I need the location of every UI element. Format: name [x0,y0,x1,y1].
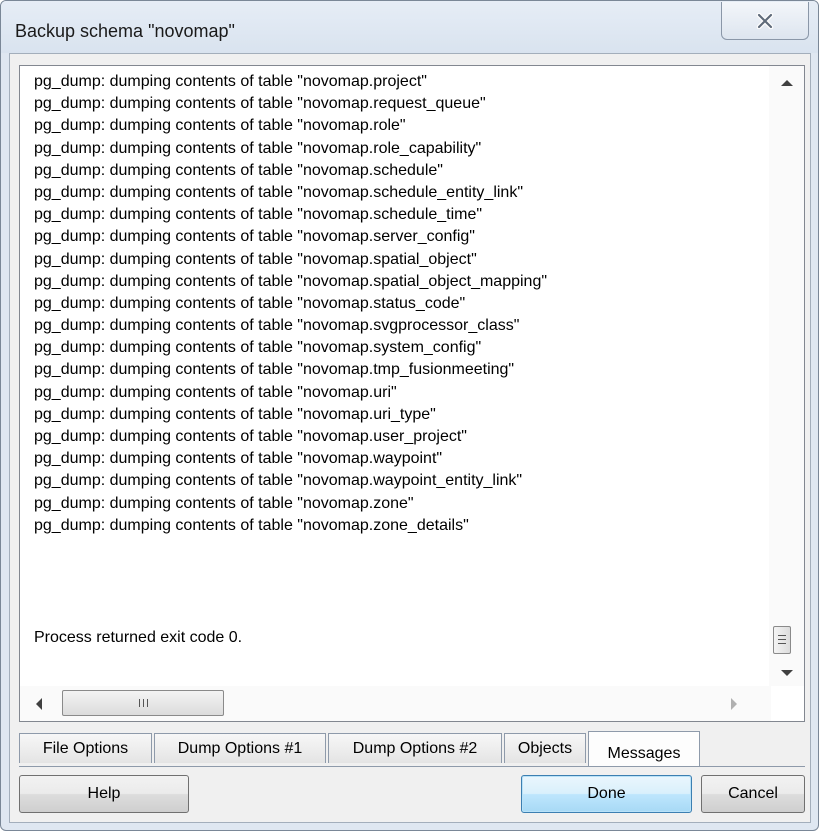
tab-divider [19,766,805,767]
vertical-scroll-thumb[interactable] [773,626,791,654]
tab-bar: File Options Dump Options #1 Dump Option… [19,731,805,767]
scroll-left-arrow-icon[interactable] [36,698,42,710]
close-icon [756,12,774,29]
grip-line [778,639,786,640]
log-line: pg_dump: dumping contents of table "novo… [34,161,443,179]
cancel-button[interactable]: Cancel [701,775,805,813]
log-line: pg_dump: dumping contents of table "novo… [34,117,406,135]
close-button[interactable] [721,2,809,40]
horizontal-scrollbar[interactable] [20,686,771,721]
log-line: pg_dump: dumping contents of table "novo… [34,183,524,201]
log-lines: pg_dump: dumping contents of table "novo… [34,71,764,537]
horizontal-scroll-thumb[interactable] [62,690,224,716]
window-title: Backup schema "novomap" [15,21,235,41]
log-line: pg_dump: dumping contents of table "novo… [34,272,548,290]
log-line: pg_dump: dumping contents of table "novo… [34,228,475,246]
messages-log[interactable]: pg_dump: dumping contents of table "novo… [19,65,805,722]
grip-line [778,643,786,644]
scroll-down-arrow-icon[interactable] [781,670,793,676]
tab-objects[interactable]: Objects [504,733,586,763]
grip-line [146,699,148,707]
tab-messages[interactable]: Messages [588,731,700,767]
vertical-scrollbar[interactable] [769,66,804,686]
log-line: pg_dump: dumping contents of table "novo… [34,494,414,512]
scroll-right-arrow-icon[interactable] [731,698,737,710]
title-bar[interactable]: Backup schema "novomap" [1,1,818,53]
grip-line [142,699,144,707]
tab-file-options[interactable]: File Options [19,733,152,763]
tab-dump-options-2[interactable]: Dump Options #2 [328,733,502,763]
log-line: pg_dump: dumping contents of table "novo… [34,250,477,268]
log-line: pg_dump: dumping contents of table "novo… [34,317,520,335]
done-button[interactable]: Done [521,775,692,813]
tab-dump-options-1[interactable]: Dump Options #1 [154,733,326,763]
grip-line [778,635,786,636]
log-line: pg_dump: dumping contents of table "novo… [34,294,466,312]
log-line: pg_dump: dumping contents of table "novo… [34,361,515,379]
log-line: pg_dump: dumping contents of table "novo… [34,383,397,401]
log-line: pg_dump: dumping contents of table "novo… [34,339,482,357]
exit-code-message: Process returned exit code 0. [34,629,243,646]
log-line: pg_dump: dumping contents of table "novo… [34,73,427,90]
scroll-up-arrow-icon[interactable] [781,80,793,86]
log-line: pg_dump: dumping contents of table "novo… [34,516,469,534]
log-line: pg_dump: dumping contents of table "novo… [34,472,523,490]
log-line: pg_dump: dumping contents of table "novo… [34,428,467,445]
log-line: pg_dump: dumping contents of table "novo… [34,405,436,423]
log-line: pg_dump: dumping contents of table "novo… [34,450,443,468]
log-line: pg_dump: dumping contents of table "novo… [34,206,483,224]
log-line: pg_dump: dumping contents of table "novo… [34,139,482,157]
log-line: pg_dump: dumping contents of table "novo… [34,95,486,113]
help-button[interactable]: Help [19,775,189,813]
grip-line [138,699,140,707]
